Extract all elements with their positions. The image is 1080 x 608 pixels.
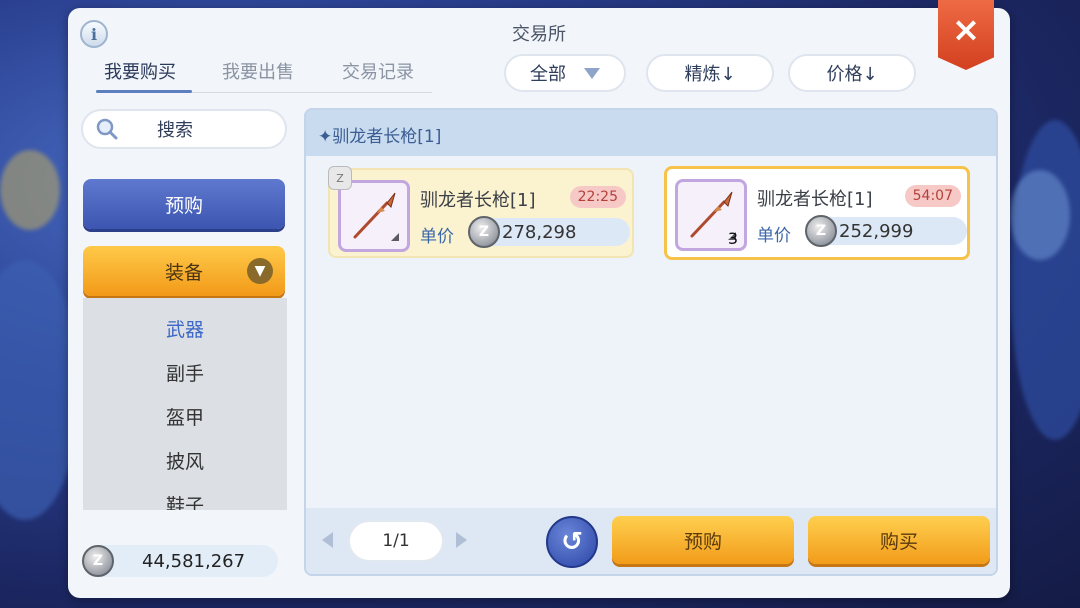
listing-panel: ✦驯龙者长枪[1] Z 驯龙者长枪[1] 22:25 单价 Z 278,298	[304, 108, 998, 576]
item-timer: 22:25	[569, 186, 626, 208]
item-thumbnail: 3	[675, 179, 747, 251]
zeny-coin-icon: Z	[468, 216, 500, 248]
unit-price: Z 278,298	[468, 216, 630, 248]
background-scenery	[1010, 120, 1080, 440]
listing-header: ✦驯龙者长枪[1]	[306, 110, 996, 156]
subcategory-weapon[interactable]: 武器	[83, 306, 287, 350]
tab-history[interactable]: 交易记录	[342, 58, 414, 84]
zeny-balance: Z 44,581,267	[82, 545, 278, 577]
subcategory-shoes[interactable]: 鞋子	[83, 482, 287, 511]
category-dropdown-label: 全部	[530, 64, 566, 85]
listing-title: ✦驯龙者长枪[1]	[318, 127, 442, 147]
equipment-category-label: 装备	[164, 261, 203, 284]
unit-price-label: 单价	[757, 226, 791, 246]
unit-price-value: 278,298	[502, 221, 577, 243]
page-indicator: 1/1	[348, 520, 444, 562]
item-count: 3	[727, 229, 738, 248]
next-page-icon[interactable]	[456, 532, 467, 548]
unit-price: Z 252,999	[805, 215, 967, 247]
price-sort-label: 价格↓	[826, 64, 878, 85]
tab-buy[interactable]: 我要购买	[104, 58, 176, 84]
unit-price-label: 单价	[420, 227, 454, 247]
item-card[interactable]: Z 驯龙者长枪[1] 22:25 单价 Z 278,298	[328, 166, 634, 258]
tab-sell[interactable]: 我要出售	[222, 58, 294, 84]
subcategory-armor[interactable]: 盔甲	[83, 394, 287, 438]
unit-price-value: 252,999	[839, 220, 914, 242]
search-icon	[96, 118, 118, 140]
equipment-category-button[interactable]: 装备 ▼	[83, 246, 285, 296]
zeny-balance-amount: 44,581,267	[142, 550, 246, 572]
bag-icon: Z	[328, 166, 352, 190]
preorder-category-button[interactable]: 预购	[83, 179, 285, 229]
price-sort-button[interactable]: 价格↓	[788, 54, 916, 92]
preorder-button-label: 预购	[683, 530, 722, 553]
refresh-icon: ↺	[561, 527, 583, 557]
item-timer: 54:07	[904, 185, 961, 207]
tab-bar: 我要购买 我要出售 交易记录	[96, 58, 432, 93]
subcategory-offhand[interactable]: 副手	[83, 350, 287, 394]
close-button[interactable]: ×	[938, 0, 994, 70]
item-thumbnail	[338, 180, 410, 252]
preorder-category-label: 预购	[164, 194, 203, 217]
buy-button[interactable]: 购买	[808, 516, 990, 564]
zeny-coin-icon: Z	[805, 215, 837, 247]
window-title: 交易所	[512, 24, 566, 45]
category-dropdown[interactable]: 全部	[504, 54, 626, 92]
item-card[interactable]: 3 驯龙者长枪[1] 54:07 单价 Z 252,999	[664, 166, 970, 260]
subcategory-cloak[interactable]: 披风	[83, 438, 287, 482]
refine-sort-label: 精炼↓	[684, 64, 736, 85]
previous-page-icon[interactable]	[322, 532, 333, 548]
refine-sort-button[interactable]: 精炼↓	[646, 54, 774, 92]
zeny-coin-icon: Z	[82, 545, 114, 577]
buy-button-label: 购买	[879, 530, 918, 553]
chevron-down-icon: ▼	[247, 258, 273, 284]
preorder-button[interactable]: 预购	[612, 516, 794, 564]
item-name: 驯龙者长枪[1]	[757, 189, 873, 210]
listing-footer: 1/1 ↺ 预购 购买	[306, 508, 996, 574]
search-button[interactable]: 搜索	[81, 109, 287, 149]
active-tab-indicator	[96, 90, 192, 93]
search-label: 搜索	[157, 120, 193, 141]
close-icon: ×	[951, 10, 981, 50]
background-scenery	[0, 150, 60, 230]
triangle-down-icon	[584, 67, 600, 79]
subcategory-list[interactable]: 武器 副手 盔甲 披风 鞋子	[83, 298, 287, 510]
background-scenery	[1010, 170, 1070, 260]
exchange-window: i 交易所 × 我要购买 我要出售 交易记录 全部 精炼↓ 价格↓ 搜索 预购 …	[68, 0, 1010, 598]
refresh-button[interactable]: ↺	[546, 516, 598, 568]
item-name: 驯龙者长枪[1]	[420, 190, 536, 211]
spear-icon	[353, 192, 399, 241]
